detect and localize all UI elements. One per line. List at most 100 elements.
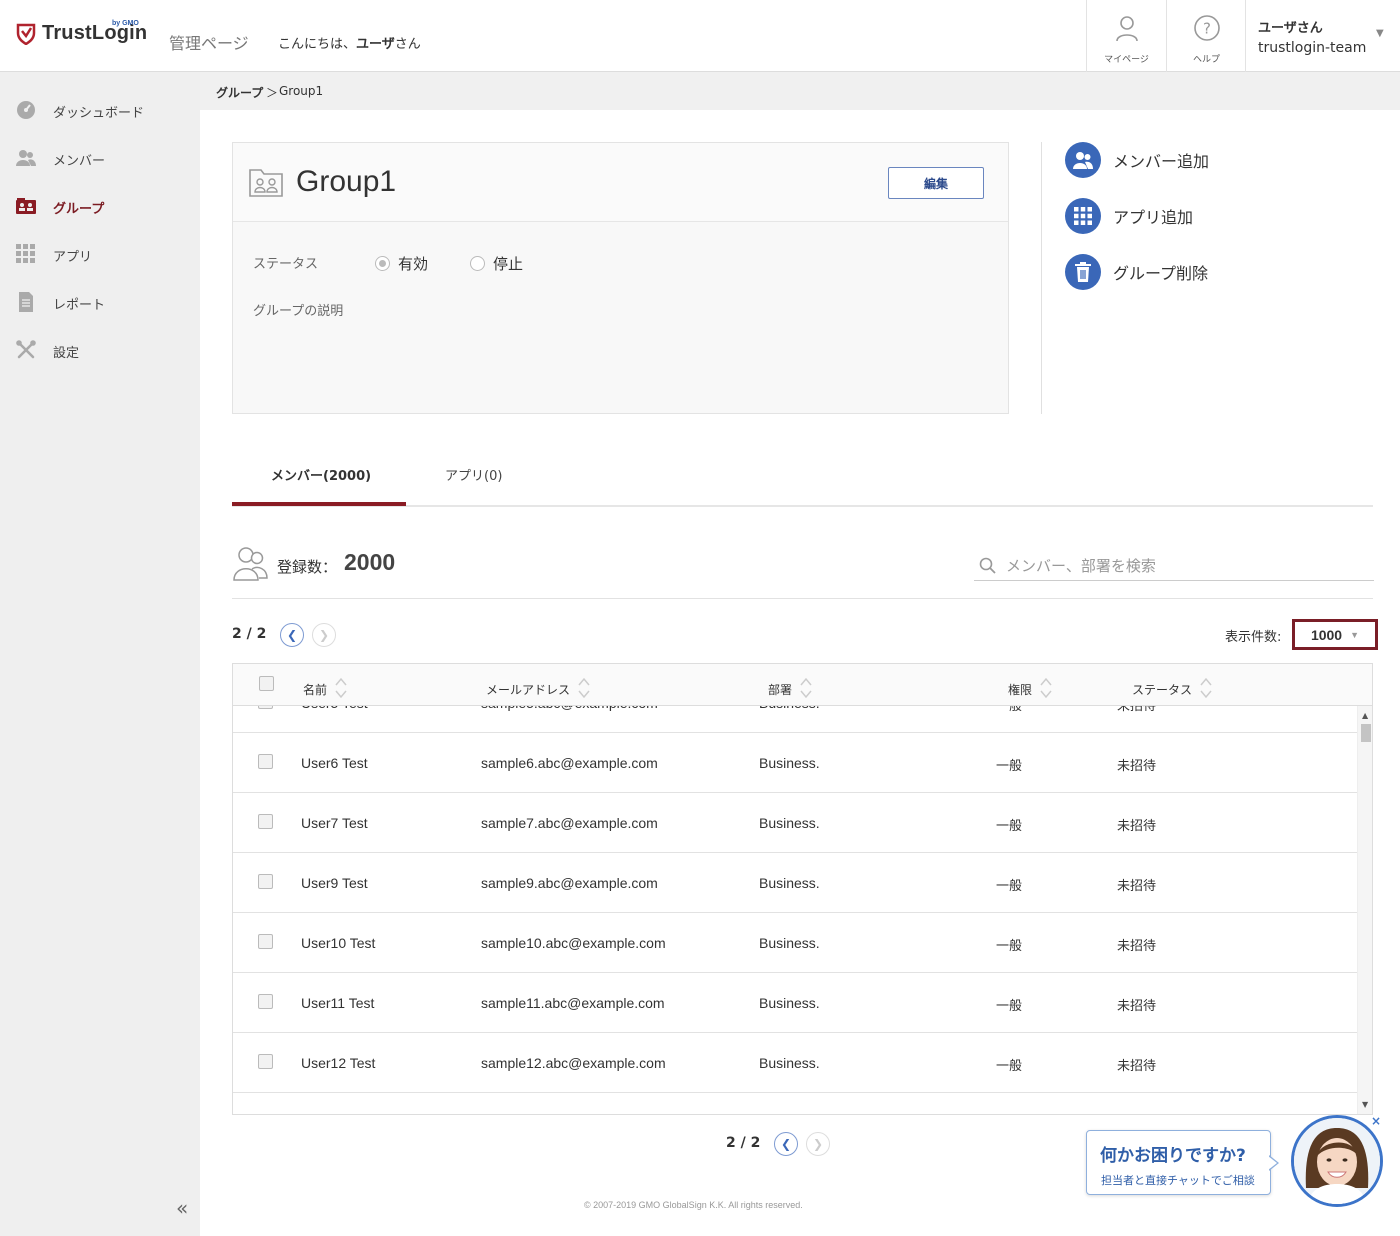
column-header-department[interactable]: 部署 <box>768 677 812 700</box>
table-row[interactable]: User9 Test sample9.abc@example.com Busin… <box>233 853 1357 913</box>
cell-role: 一般 <box>996 939 1023 954</box>
table-row[interactable]: User7 Test sample7.abc@example.com Busin… <box>233 793 1357 853</box>
cell-status: 未招待 <box>1117 819 1157 834</box>
tab-members[interactable]: メンバー(2000) <box>271 465 371 484</box>
help-button[interactable]: ? ヘルプ <box>1166 0 1246 72</box>
chat-title: 何かお困りですか? <box>1100 1146 1246 1166</box>
select-all-checkbox[interactable] <box>259 676 274 691</box>
column-header-status[interactable]: ステータス <box>1132 677 1212 700</box>
scrollbar-thumb[interactable] <box>1361 724 1371 742</box>
chevron-left-icon: ❮ <box>780 1137 792 1151</box>
row-checkbox[interactable] <box>258 754 273 769</box>
breadcrumb-current: Group1 <box>279 84 324 98</box>
tab-apps[interactable]: アプリ(0) <box>445 465 502 484</box>
divider <box>232 598 1373 599</box>
chat-prompt-bubble[interactable]: 何かお困りですか? 担当者と直接チャットでご相談 <box>1086 1130 1271 1195</box>
breadcrumb-separator: ＞ <box>266 86 279 100</box>
cell-name[interactable]: User11 Test <box>301 995 374 1011</box>
sidebar-item-apps[interactable]: アプリ <box>0 230 200 278</box>
table-row[interactable]: User12 Test sample12.abc@example.com Bus… <box>233 1033 1357 1093</box>
search-input[interactable] <box>1006 554 1366 578</box>
edit-button[interactable]: 編集 <box>888 167 984 199</box>
user-menu[interactable]: ユーザさん trustlogin-team ▼ <box>1245 0 1400 72</box>
sidebar-item-label: アプリ <box>53 250 93 265</box>
cell-name[interactable]: User7 Test <box>301 815 368 831</box>
row-checkbox[interactable] <box>258 1054 273 1069</box>
admin-page-title: 管理ページ <box>169 34 249 53</box>
sidebar-item-label: グループ <box>53 202 105 217</box>
group-folder-icon <box>249 169 283 197</box>
status-disabled-label: 停止 <box>493 255 524 273</box>
add-app-label: アプリ追加 <box>1113 208 1194 227</box>
members-count-icon <box>233 547 268 581</box>
support-agent-icon <box>1294 1118 1380 1204</box>
status-disabled-radio[interactable]: 停止 <box>470 253 523 274</box>
sidebar-item-members[interactable]: メンバー <box>0 134 200 182</box>
help-icon: ? <box>1193 15 1220 41</box>
cell-name[interactable]: User12 Test <box>301 1055 375 1071</box>
row-checkbox[interactable] <box>258 994 273 1009</box>
column-header-email[interactable]: メールアドレス <box>486 677 590 700</box>
greeting-prefix: こんにちは、 <box>278 37 357 52</box>
sidebar-item-label: 設定 <box>53 346 80 361</box>
breadcrumb-parent[interactable]: グループ <box>216 84 263 101</box>
add-member-button[interactable]: メンバー追加 <box>1065 142 1209 178</box>
sidebar-item-groups[interactable]: グループ <box>0 182 200 230</box>
sidebar-item-dashboard[interactable]: ダッシュボード <box>0 86 200 134</box>
cell-role: 一般 <box>996 759 1023 774</box>
cell-status: 未招待 <box>1117 939 1157 954</box>
next-page-button[interactable]: ❯ <box>806 1132 830 1156</box>
mypage-button[interactable]: マイページ <box>1086 0 1166 72</box>
sidebar-item-settings[interactable]: 設定 <box>0 326 200 374</box>
member-count-label: 登録数： <box>277 558 338 576</box>
cell-department: Business. <box>759 935 820 951</box>
prev-page-button[interactable]: ❮ <box>280 623 304 647</box>
cell-email: sample12.abc@example.com <box>481 1055 666 1071</box>
add-app-button[interactable]: アプリ追加 <box>1065 198 1193 234</box>
delete-group-button[interactable]: グループ削除 <box>1065 254 1208 290</box>
status-enabled-radio[interactable]: 有効 <box>375 253 428 274</box>
scroll-down-icon[interactable]: ▼ <box>1362 1100 1368 1109</box>
prev-page-button[interactable]: ❮ <box>774 1132 798 1156</box>
table-scrollbar[interactable]: ▲ ▼ <box>1357 706 1372 1114</box>
cell-name[interactable]: User6 Test <box>301 755 368 771</box>
support-avatar[interactable] <box>1291 1115 1383 1207</box>
cell-status: 未招待 <box>1117 999 1157 1014</box>
cell-role: 一般 <box>996 819 1023 834</box>
table-row[interactable]: User11 Test sample11.abc@example.com Bus… <box>233 973 1357 1033</box>
table-body: User5 Test sample5.abc@example.com Busin… <box>233 673 1357 1093</box>
sidebar-collapse-icon[interactable]: « <box>176 1196 188 1220</box>
radio-selected-icon <box>375 256 390 271</box>
cell-status: 未招待 <box>1117 759 1157 774</box>
column-header-label: ステータス <box>1132 682 1193 697</box>
scroll-up-icon[interactable]: ▲ <box>1362 711 1368 720</box>
cell-department: Business. <box>759 995 820 1011</box>
sort-icon <box>800 677 812 699</box>
members-icon <box>16 150 36 166</box>
per-page-select[interactable]: 1000 ▼ <box>1292 619 1378 650</box>
column-header-name[interactable]: 名前 <box>303 677 347 700</box>
breadcrumb: グループ ＞ Group1 <box>200 72 1400 110</box>
column-header-role[interactable]: 権限 <box>1008 677 1052 700</box>
user-name: ユーザさん <box>1258 21 1323 36</box>
group-card-header: Group1 編集 <box>233 143 1008 222</box>
close-icon[interactable]: × <box>1371 1114 1381 1128</box>
table-row[interactable]: User6 Test sample6.abc@example.com Busin… <box>233 733 1357 793</box>
row-checkbox[interactable] <box>258 934 273 949</box>
status-label: ステータス <box>253 257 319 272</box>
member-search[interactable] <box>974 552 1374 581</box>
chevron-right-icon: ❯ <box>812 1137 824 1151</box>
delete-group-label: グループ削除 <box>1113 264 1209 283</box>
cell-email: sample7.abc@example.com <box>481 815 658 831</box>
cell-status: 未招待 <box>1117 879 1157 894</box>
cell-name[interactable]: User10 Test <box>301 935 375 951</box>
group-icon <box>16 198 36 214</box>
row-checkbox[interactable] <box>258 814 273 829</box>
next-page-button[interactable]: ❯ <box>312 623 336 647</box>
table-row[interactable]: User10 Test sample10.abc@example.com Bus… <box>233 913 1357 973</box>
shield-logo-icon <box>16 23 36 45</box>
cell-name[interactable]: User9 Test <box>301 875 368 891</box>
sidebar-item-report[interactable]: レポート <box>0 278 200 326</box>
greeting-name: ユーザ <box>356 37 395 52</box>
row-checkbox[interactable] <box>258 874 273 889</box>
